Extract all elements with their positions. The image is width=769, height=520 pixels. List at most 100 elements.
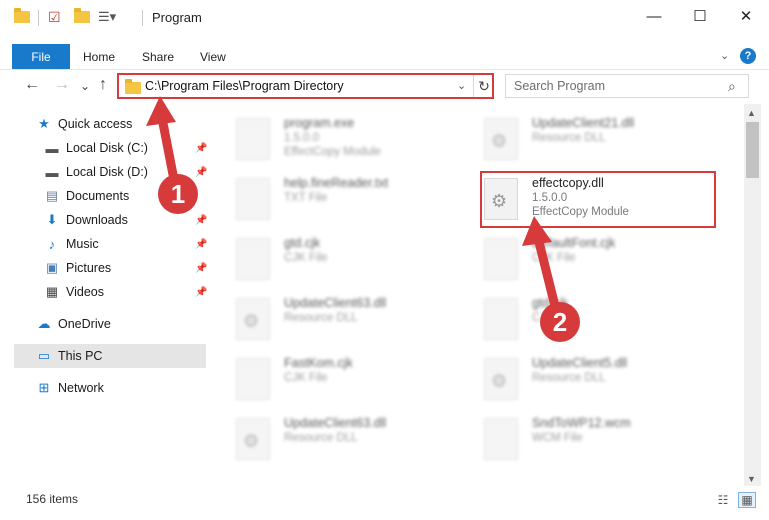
search-input[interactable]: [514, 79, 719, 93]
navigation-pane: ★ Quick access ▬ Local Disk (C:) 📌 ▬ Loc…: [0, 104, 207, 484]
scroll-up-icon[interactable]: ▲: [747, 108, 756, 118]
file-description: EffectCopy Module: [532, 206, 629, 218]
cjk-file-icon: [484, 238, 518, 280]
list-item[interactable]: UpdateClient21.dll Resource DLL: [466, 110, 716, 166]
music-icon: ♪: [48, 236, 56, 252]
tab-home[interactable]: Home: [83, 50, 115, 64]
sidebar-item-local-disk-c[interactable]: ▬ Local Disk (C:) 📌: [44, 136, 208, 160]
file-type: CJK File: [284, 372, 328, 384]
dll-file-icon: [484, 118, 518, 160]
forward-button[interactable]: →: [54, 76, 70, 94]
chevron-down-icon[interactable]: ⌄: [457, 79, 466, 92]
tab-share[interactable]: Share: [142, 50, 174, 64]
window-title: Program: [152, 10, 202, 25]
close-button[interactable]: ✕: [723, 0, 769, 32]
dll-file-icon: [484, 358, 518, 400]
pin-icon[interactable]: 📌: [195, 263, 207, 274]
list-item[interactable]: UpdateClient63.dll Resource DLL: [218, 290, 468, 346]
file-type: Resource DLL: [532, 372, 606, 384]
file-name: UpdateClient5.dll: [532, 356, 628, 370]
list-item[interactable]: program.exe 1.5.0.0 EffectCopy Module: [218, 110, 468, 166]
pin-icon[interactable]: 📌: [195, 167, 207, 178]
file-name: SndToWP12.wcm: [532, 416, 631, 430]
vertical-scrollbar[interactable]: ▲ ▼: [744, 104, 761, 486]
sidebar-item-label: Downloads: [66, 213, 128, 227]
up-button[interactable]: ↑: [99, 76, 107, 94]
sidebar-item-music[interactable]: ♪ Music 📌: [44, 232, 208, 256]
file-type: WCM File: [532, 432, 583, 444]
pin-icon[interactable]: 📌: [195, 143, 207, 154]
list-item[interactable]: help.fineReader.txt TXT File: [218, 170, 468, 226]
file-type: CJK File: [532, 252, 576, 264]
drive-icon: ▬: [45, 140, 59, 156]
list-item[interactable]: FastKom.cjk CJK File: [218, 350, 468, 406]
file-name: help.fineReader.txt: [284, 176, 389, 190]
exe-file-icon: [236, 118, 270, 160]
dll-file-icon: [484, 178, 518, 220]
file-name: program.exe: [284, 116, 355, 130]
file-name: gtd.cjk: [284, 236, 321, 250]
drive-icon: ▬: [45, 164, 59, 180]
file-type: Resource DLL: [284, 432, 358, 444]
list-item[interactable]: UpdateClient63.dll Resource DLL: [218, 410, 468, 466]
sidebar-item-label: Network: [58, 381, 104, 395]
list-item[interactable]: SndToWP12.wcm WCM File: [466, 410, 716, 466]
sidebar-item-label: Local Disk (C:): [66, 141, 148, 155]
sidebar-item-quick-access[interactable]: ★ Quick access: [36, 112, 206, 136]
list-item[interactable]: gtd.cjk CJK File: [466, 290, 716, 346]
separator: [38, 10, 39, 26]
network-icon: ⊞: [38, 380, 50, 395]
file-name: DefaultFont.cjk: [532, 236, 616, 250]
search-icon[interactable]: ⌕: [728, 78, 736, 95]
help-icon[interactable]: ?: [740, 48, 756, 64]
download-icon: ⬇: [46, 212, 58, 227]
expand-ribbon-icon[interactable]: ⌄: [720, 49, 729, 62]
list-item[interactable]: UpdateClient5.dll Resource DLL: [466, 350, 716, 406]
documents-icon: ▤: [45, 188, 59, 203]
maximize-button[interactable]: ☐: [677, 0, 723, 32]
sidebar-item-pictures[interactable]: ▣ Pictures 📌: [44, 256, 208, 280]
tab-view[interactable]: View: [200, 50, 226, 64]
pin-icon[interactable]: 📌: [195, 287, 207, 298]
search-box[interactable]: ⌕: [505, 74, 749, 98]
recent-locations-button[interactable]: ⌄: [80, 79, 90, 93]
tab-file[interactable]: File: [12, 44, 70, 69]
file-type: CJK File: [284, 252, 328, 264]
sidebar-item-label: OneDrive: [58, 317, 111, 331]
ribbon-tabs: File Home Share View: [0, 44, 769, 70]
wcm-file-icon: [484, 418, 518, 460]
refresh-icon[interactable]: ↻: [473, 75, 494, 97]
item-count: 156 items: [26, 492, 79, 506]
address-bar[interactable]: C:\Program Files\Program Directory ⌄ ↻: [118, 74, 494, 98]
file-name: UpdateClient63.dll: [284, 416, 387, 430]
scrollbar-thumb[interactable]: [746, 122, 759, 178]
pin-icon[interactable]: 📌: [195, 239, 207, 250]
back-button[interactable]: ←: [24, 76, 40, 94]
sidebar-item-label: Pictures: [66, 261, 112, 275]
list-item[interactable]: DefaultFont.cjk CJK File: [466, 230, 716, 286]
file-description: EffectCopy Module: [284, 146, 381, 158]
txt-file-icon: [236, 178, 270, 220]
properties-icon[interactable]: ☑: [48, 9, 61, 26]
file-name: effectcopy.dll: [532, 176, 604, 190]
list-item-effectcopy[interactable]: effectcopy.dll 1.5.0.0 EffectCopy Module: [466, 170, 716, 226]
sidebar-item-downloads[interactable]: ⬇ Downloads 📌: [44, 208, 208, 232]
sidebar-item-videos[interactable]: ▦ Videos 📌: [44, 280, 208, 304]
scroll-down-icon[interactable]: ▼: [747, 474, 756, 484]
file-type: Resource DLL: [532, 132, 606, 144]
pin-icon[interactable]: 📌: [195, 215, 207, 226]
sidebar-item-this-pc[interactable]: ▭ This PC: [14, 344, 206, 368]
sidebar-item-label: Videos: [66, 285, 104, 299]
minimize-button[interactable]: —: [631, 0, 677, 32]
file-name: UpdateClient63.dll: [284, 296, 387, 310]
sidebar-item-onedrive[interactable]: ☁ OneDrive: [36, 312, 206, 336]
customize-qa-icon[interactable]: ☰▾: [98, 9, 116, 25]
file-version: 1.5.0.0: [284, 132, 320, 144]
address-path[interactable]: C:\Program Files\Program Directory: [145, 79, 344, 93]
list-item[interactable]: gtd.cjk CJK File: [218, 230, 468, 286]
sidebar-item-network[interactable]: ⊞ Network: [36, 376, 206, 400]
details-view-icon[interactable]: ☷: [714, 492, 732, 508]
sidebar-item-label: Documents: [66, 189, 130, 203]
large-icons-view-icon[interactable]: ▦: [738, 492, 756, 508]
sidebar-item-label: Music: [66, 237, 99, 251]
